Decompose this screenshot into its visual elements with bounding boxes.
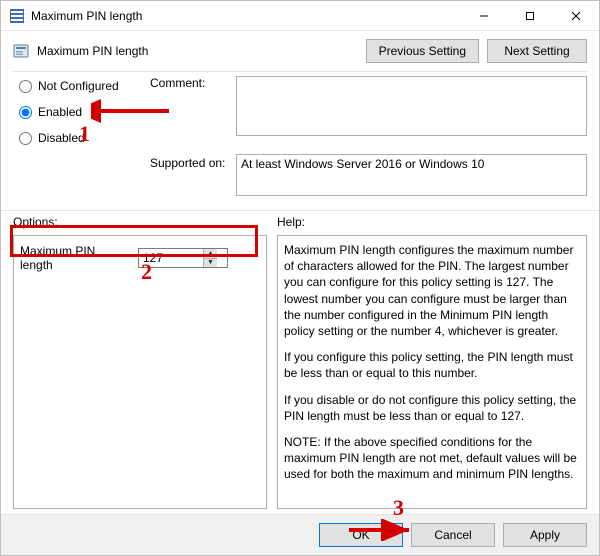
radio-enabled-label: Enabled [38, 102, 82, 122]
ok-button[interactable]: OK [319, 523, 403, 547]
radio-enabled-input[interactable] [19, 106, 32, 119]
spinner-down-icon[interactable]: ▼ [203, 259, 217, 268]
radio-not-configured[interactable]: Not Configured [19, 76, 144, 96]
option-max-pin-row: Maximum PIN length ▲ ▼ [20, 242, 260, 274]
help-paragraph: If you disable or do not configure this … [284, 392, 580, 424]
policy-title: Maximum PIN length [37, 44, 148, 58]
apply-button[interactable]: Apply [503, 523, 587, 547]
radio-disabled[interactable]: Disabled [19, 128, 144, 148]
titlebar: Maximum PIN length [1, 1, 599, 31]
supported-on-text [236, 154, 587, 196]
spinner-up-icon[interactable]: ▲ [203, 249, 217, 259]
header: Maximum PIN length Previous Setting Next… [1, 31, 599, 71]
minimize-button[interactable] [461, 1, 507, 31]
radio-disabled-label: Disabled [38, 128, 85, 148]
help-paragraph: If you configure this policy setting, th… [284, 349, 580, 381]
window-title: Maximum PIN length [31, 9, 461, 23]
radio-not-configured-input[interactable] [19, 80, 32, 93]
footer: OK Cancel Apply [1, 514, 599, 555]
options-section-label: Options: [13, 215, 277, 229]
app-icon [9, 8, 25, 24]
max-pin-input[interactable] [139, 249, 203, 267]
options-panel: Maximum PIN length ▲ ▼ [13, 235, 267, 509]
help-section-label: Help: [277, 215, 587, 229]
previous-setting-button[interactable]: Previous Setting [366, 39, 479, 63]
supported-on-label: Supported on: [150, 154, 230, 170]
cancel-button[interactable]: Cancel [411, 523, 495, 547]
policy-icon [13, 43, 29, 59]
radio-not-configured-label: Not Configured [38, 76, 119, 96]
radio-enabled[interactable]: Enabled [19, 102, 144, 122]
comment-label: Comment: [150, 76, 230, 90]
next-setting-button[interactable]: Next Setting [487, 39, 587, 63]
radio-disabled-input[interactable] [19, 132, 32, 145]
help-panel: Maximum PIN length configures the maximu… [277, 235, 587, 509]
comment-textarea[interactable] [236, 76, 587, 136]
option-max-pin-label: Maximum PIN length [20, 244, 130, 272]
help-paragraph: NOTE: If the above specified conditions … [284, 434, 580, 483]
close-button[interactable] [553, 1, 599, 31]
maximize-button[interactable] [507, 1, 553, 31]
help-paragraph: Maximum PIN length configures the maximu… [284, 242, 580, 339]
max-pin-spinner[interactable]: ▲ ▼ [138, 248, 228, 268]
